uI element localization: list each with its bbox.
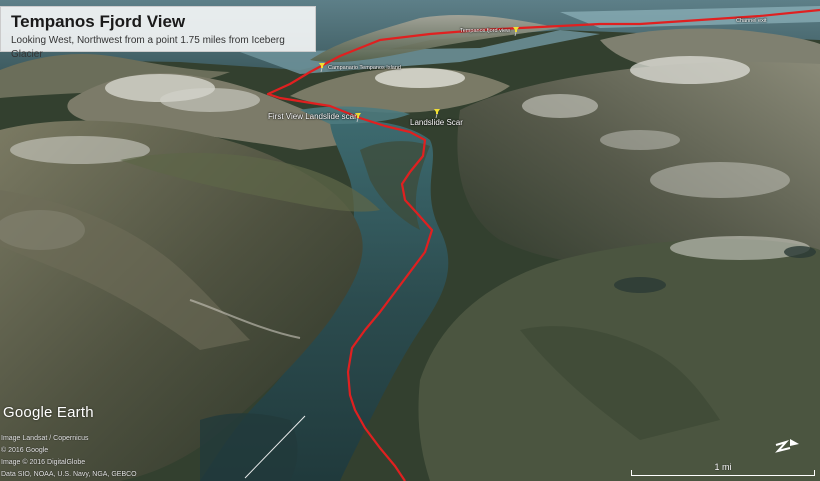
title-box: Tempanos Fjord View Looking West, Northw… [0,6,316,60]
credit-line: © 2016 Google [1,447,49,454]
placemark-label-channel-exit[interactable]: Channel exit [736,18,767,24]
placemark-label-campanario[interactable]: Campanario Tempanos Island [328,65,401,71]
map-title: Tempanos Fjord View [11,12,186,31]
placemark-label-tempanos-fjord-view[interactable]: Tempanos fjord view [460,28,510,34]
scale-bar-label: 1 mi [714,462,732,472]
imagery-credits: Image Landsat / Copernicus © 2016 Google… [1,433,137,481]
pushpin-icon[interactable] [512,26,520,36]
placemark-label-first-view-landslide-scar[interactable]: First View Landslide scar [268,112,357,121]
north-arrow-icon[interactable] [772,433,800,455]
scale-bar: 1 mi [631,462,815,476]
map-viewport[interactable]: Tempanos Fjord View Looking West, Northw… [0,0,820,481]
placemark-label-landslide-scar[interactable]: Landslide Scar [410,118,463,127]
credit-line: Data SIO, NOAA, U.S. Navy, NGA, GEBCO [1,471,137,478]
credit-line: Image Landsat / Copernicus [1,435,89,442]
google-earth-logo: Google Earth [3,404,94,421]
terrain-scene [0,0,820,481]
credit-line: Image © 2016 DigitalGlobe [1,459,86,466]
pushpin-icon[interactable] [433,108,441,118]
map-subtitle: Looking West, Northwest from a point 1.7… [11,35,285,60]
pushpin-icon[interactable] [318,62,326,72]
